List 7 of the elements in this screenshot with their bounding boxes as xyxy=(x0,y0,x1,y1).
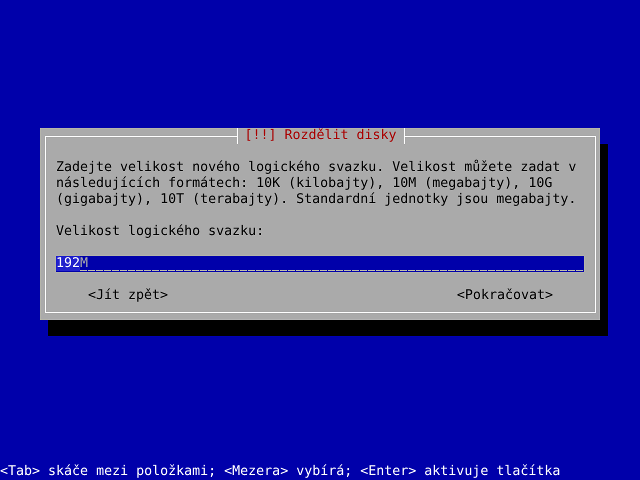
dialog-title: [!!] Rozdělit disky xyxy=(236,128,405,144)
status-bar-hint: <Tab> skáče mezi položkami; <Mezera> vybírá; <Enter> aktivuje tlačítka xyxy=(0,464,560,479)
size-input-field[interactable]: 192M xyxy=(56,256,584,272)
message-text: Zadejte velikost nového logického svazku. Velikost můžete zadat v následujících formátech: 10K (kilobajty), 10M (megabajty), 10G (gigabajty), 10T (terabajty). Standardní jednotky jsou megabajty. xyxy=(56,160,578,208)
continue-button[interactable]: <Pokračovat> xyxy=(456,288,553,304)
field-label: Velikost logického svazku: xyxy=(56,224,266,240)
back-button[interactable]: <Jít zpět> xyxy=(88,288,168,304)
